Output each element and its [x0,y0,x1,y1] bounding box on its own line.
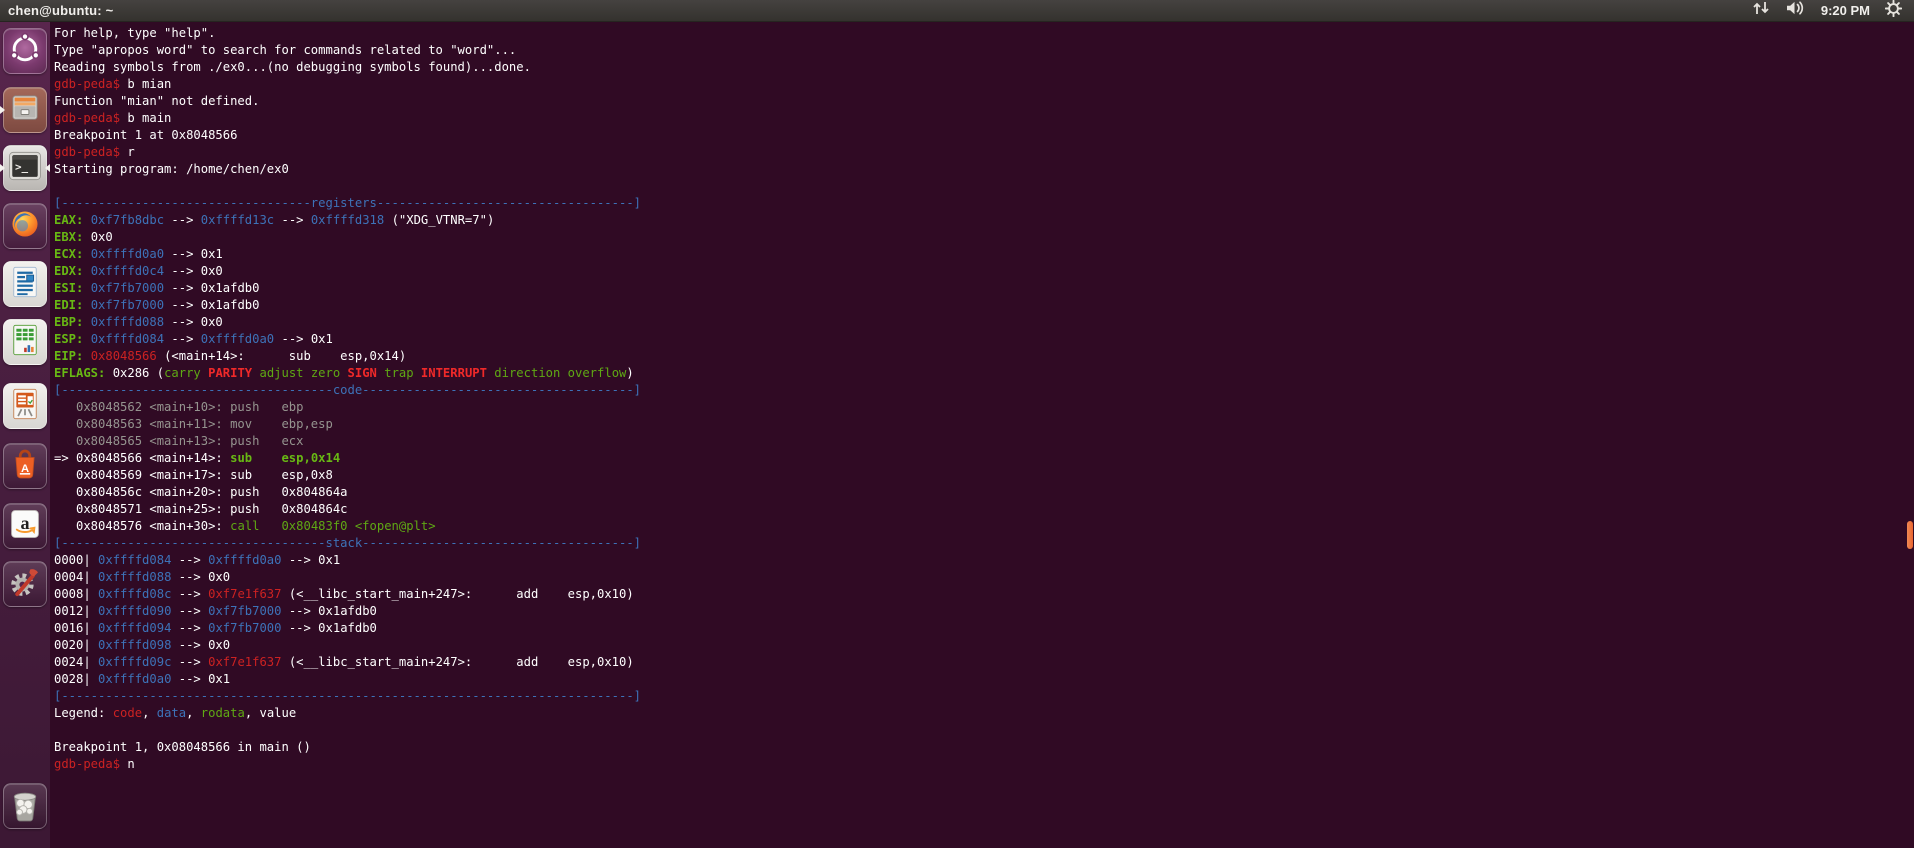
trash-launcher-item[interactable] [3,783,47,829]
terminal-line: 0012| 0xffffd090 --> 0xf7fb7000 --> 0x1a… [54,604,377,618]
terminal-line: [-------------------------------------co… [54,383,641,397]
terminal-line: gdb-peda$ b mian [54,77,172,91]
indicator-area: 9:20 PM [1752,0,1914,21]
settings-gear-wrench-icon [6,563,44,606]
svg-text:A: A [21,462,29,474]
terminal-line: EFLAGS: 0x286 (carry PARITY adjust zero … [54,366,634,380]
writer-icon [6,263,44,306]
terminal-line: EDX: 0xffffd0c4 --> 0x0 [54,264,223,278]
terminal-line: 0x804856c <main+20>: push 0x804864a [54,485,348,499]
firefox-icon [6,205,44,248]
unity-launcher: >_ A a [0,21,50,848]
terminal-focused-indicator [45,164,50,172]
libreoffice-writer-launcher-item[interactable] [3,261,47,307]
scrollbar-thumb[interactable] [1907,521,1913,549]
terminal-line: 0x8048571 <main+25>: push 0x804864c [54,502,348,516]
ubuntu-logo-icon [6,30,44,73]
network-updown-icon[interactable] [1752,1,1770,20]
terminal-line: 0016| 0xffffd094 --> 0xf7fb7000 --> 0x1a… [54,621,377,635]
terminal-line: For help, type "help". [54,26,216,40]
terminal-line: EBX: 0x0 [54,230,113,244]
terminal-line: Starting program: /home/chen/ex0 [54,162,297,176]
window-title: chen@ubuntu: ~ [8,3,114,18]
terminal-line: Breakpoint 1 at 0x8048566 [54,128,238,142]
calc-icon [6,321,44,364]
terminal-line: Reading symbols from ./ex0...(no debuggi… [54,60,531,74]
terminal-line: ESI: 0xf7fb7000 --> 0x1afdb0 [54,281,260,295]
terminal-line: 0024| 0xffffd09c --> 0xf7e1f637 (<__libc… [54,655,634,669]
terminal-line: [---------------------------------------… [54,689,641,703]
terminal-line: EBP: 0xffffd088 --> 0x0 [54,315,223,329]
file-cabinet-icon [6,89,44,132]
terminal-line: EAX: 0xf7fb8dbc --> 0xffffd13c --> 0xfff… [54,213,495,227]
terminal-launcher-item[interactable]: >_ [3,145,47,191]
terminal-line: ESP: 0xffffd084 --> 0xffffd0a0 --> 0x1 [54,332,333,346]
ubuntu-software-launcher-item[interactable]: A [3,443,47,489]
terminal-line: Type "apropos word" to search for comman… [54,43,517,57]
terminal-line: gdb-peda$ n [54,757,135,771]
terminal-line: 0x8048569 <main+17>: sub esp,0x8 [54,468,333,482]
terminal-running-indicator [0,164,5,172]
files-launcher-item[interactable] [3,87,47,133]
clock[interactable]: 9:20 PM [1821,3,1870,18]
terminal-line: => 0x8048566 <main+14>: sub esp,0x14 [54,451,341,465]
terminal-line: 0004| 0xffffd088 --> 0x0 [54,570,231,584]
terminal-line: gdb-peda$ b main [54,111,172,125]
terminal-line: 0x8048565 <main+13>: push ecx [54,434,304,448]
terminal-line: [----------------------------------regis… [54,196,641,210]
libreoffice-calc-launcher-item[interactable] [3,319,47,365]
terminal-line: [------------------------------------sta… [54,536,641,550]
trash-icon [5,784,45,829]
terminal-line: Legend: code, data, rodata, value [54,706,297,720]
terminal-window[interactable]: For help, type "help". Type "apropos word… [50,21,1914,848]
terminal-output: For help, type "help". Type "apropos word… [54,25,641,773]
terminal-line: 0028| 0xffffd0a0 --> 0x1 [54,672,231,686]
terminal-line: EDI: 0xf7fb7000 --> 0x1afdb0 [54,298,260,312]
terminal-line: gdb-peda$ r [54,145,135,159]
terminal-line: 0x8048563 <main+11>: mov ebp,esp [54,417,333,431]
system-settings-launcher-item[interactable] [3,561,47,607]
firefox-launcher-item[interactable] [3,203,47,249]
terminal-line: 0000| 0xffffd084 --> 0xffffd0a0 --> 0x1 [54,553,341,567]
impress-icon [6,385,44,428]
software-center-icon: A [6,445,44,488]
terminal-icon: >_ [5,146,45,191]
files-running-indicator [0,106,5,114]
top-panel: chen@ubuntu: ~ 9:20 PM [0,0,1914,22]
terminal-line: 0x8048576 <main+30>: call 0x80483f0 <fop… [54,519,436,533]
libreoffice-impress-launcher-item[interactable] [3,383,47,429]
terminal-line: 0008| 0xffffd08c --> 0xf7e1f637 (<__libc… [54,587,634,601]
terminal-line: ECX: 0xffffd0a0 --> 0x1 [54,247,223,261]
terminal-line: Breakpoint 1, 0x08048566 in main () [54,740,311,754]
terminal-line: Function "mian" not defined. [54,94,260,108]
terminal-line: EIP: 0x8048566 (<main+14>: sub esp,0x14) [54,349,407,363]
dash-home-button[interactable] [3,28,47,74]
amazon-icon: a [6,505,44,548]
svg-text:>_: >_ [15,160,29,173]
session-gear-icon[interactable] [1884,0,1903,22]
terminal-line: 0020| 0xffffd098 --> 0x0 [54,638,231,652]
svg-text:a: a [20,513,29,533]
volume-icon[interactable] [1785,0,1806,21]
amazon-launcher-item[interactable]: a [3,503,47,549]
terminal-line: 0x8048562 <main+10>: push ebp [54,400,304,414]
